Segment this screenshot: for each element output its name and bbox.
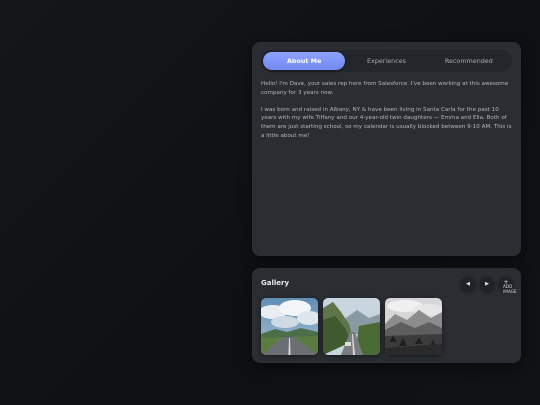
tab-experiences[interactable]: Experiences <box>345 52 427 70</box>
gallery-prev-button[interactable]: ◀ <box>461 277 475 291</box>
chevron-right-icon: ▶ <box>485 281 489 287</box>
bw-mountain-valley-photo <box>385 298 442 355</box>
about-bio: Hello! I'm Dave, your sales rep here fro… <box>261 80 513 140</box>
add-image-label: ADD IMAGE <box>503 284 517 294</box>
about-card: About Me Experiences Recommended Hello! … <box>252 42 521 256</box>
gallery-image-mountain-road[interactable] <box>323 298 380 355</box>
gallery-card: Gallery ◀ ▶ + ADD IMAGE <box>252 268 521 363</box>
mountain-road-photo <box>323 298 380 355</box>
tab-recommended[interactable]: Recommended <box>428 52 510 70</box>
bio-paragraph-intro: Hello! I'm Dave, your sales rep here fro… <box>261 81 509 96</box>
gallery-title: Gallery <box>261 279 290 287</box>
road-clouds-photo <box>261 298 318 355</box>
gallery-next-button[interactable]: ▶ <box>480 277 494 291</box>
gallery-image-bw-mountain-valley[interactable] <box>385 298 442 355</box>
page: About Me Experiences Recommended Hello! … <box>0 0 540 405</box>
gallery-image-road-clouds[interactable] <box>261 298 318 355</box>
bio-paragraph-family: I was born and raised in Albany, NY & ha… <box>261 106 512 139</box>
profile-tabs: About Me Experiences Recommended <box>261 50 512 72</box>
chevron-left-icon: ◀ <box>466 281 470 287</box>
tab-about-me[interactable]: About Me <box>263 52 346 70</box>
